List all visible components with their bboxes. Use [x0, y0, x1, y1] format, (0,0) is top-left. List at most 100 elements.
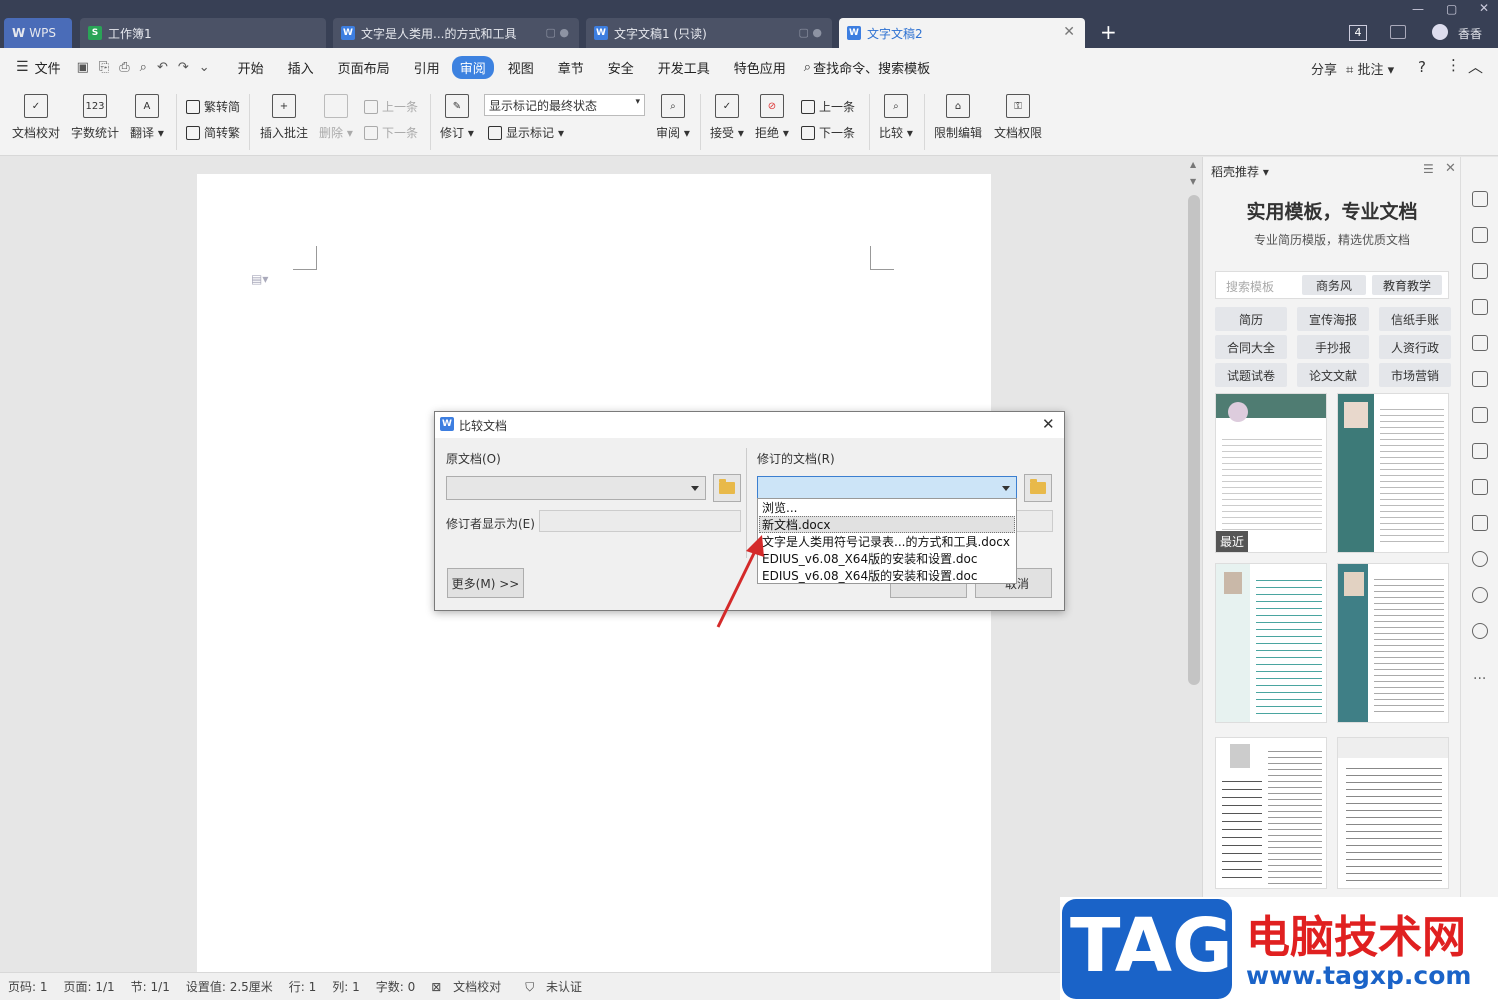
clipboard-icon[interactable] — [1472, 407, 1488, 423]
pen-icon[interactable] — [1472, 191, 1488, 207]
status-column[interactable]: 列: 1 — [324, 978, 368, 995]
tag-contract[interactable]: 合同大全 — [1215, 335, 1287, 359]
next-change-button[interactable]: 下一条 — [801, 124, 855, 141]
track-changes-button[interactable]: ✎ 修订 ▾ — [440, 94, 474, 141]
quick-tag-education[interactable]: 教育教学 — [1372, 275, 1442, 295]
status-word-count[interactable]: 字数: 0 — [368, 978, 424, 995]
tag-resume[interactable]: 简历 — [1215, 307, 1287, 331]
menu-security[interactable]: 安全 — [602, 58, 640, 77]
template-thumbnail[interactable] — [1337, 737, 1449, 889]
menu-review[interactable]: 审阅 — [451, 55, 494, 79]
tag-stationery[interactable]: 信纸手账 — [1379, 307, 1451, 331]
image-icon[interactable] — [1472, 515, 1488, 531]
template-thumbnail[interactable] — [1215, 563, 1327, 723]
prev-comment-button[interactable]: 上一条 — [364, 98, 418, 115]
shapes-icon[interactable] — [1472, 263, 1488, 279]
style-icon[interactable] — [1472, 299, 1488, 315]
dialog-close-icon[interactable]: ✕ — [1042, 415, 1055, 433]
template-search-input[interactable]: 搜索模板 — [1226, 278, 1274, 295]
browse-revised-button[interactable] — [1024, 474, 1052, 502]
shirt-icon[interactable] — [1390, 25, 1406, 39]
maximize-icon[interactable]: ▢ — [1446, 2, 1457, 16]
tab-wps-home[interactable]: W WPS — [4, 18, 72, 48]
insert-comment-button[interactable]: + 插入批注 — [260, 94, 308, 141]
menu-start[interactable]: 开始 — [232, 58, 270, 77]
scroll-down-arrow[interactable]: ▼ — [1190, 177, 1196, 186]
collapse-ribbon-icon[interactable]: ︿ — [1468, 56, 1483, 77]
template-search-box[interactable]: 搜索模板 商务风 教育教学 — [1215, 271, 1449, 299]
menu-layout[interactable]: 页面布局 — [332, 58, 396, 77]
template-thumbnail[interactable] — [1215, 737, 1327, 889]
menu-view[interactable]: 视图 — [502, 58, 540, 77]
hamburger-icon[interactable]: ☰ — [16, 59, 29, 75]
restrict-edit-button[interactable]: ⌂ 限制编辑 — [934, 94, 982, 141]
dropdown-option-edius-2[interactable]: EDIUS_v6.08_X64版的安装和设置.doc — [762, 568, 977, 585]
revised-doc-select[interactable] — [757, 476, 1017, 500]
share-nodes-icon[interactable] — [1472, 443, 1488, 459]
quick-tag-business[interactable]: 商务风 — [1302, 275, 1366, 295]
status-row[interactable]: 行: 1 — [281, 978, 325, 995]
proofread-button[interactable]: ✓ 文档校对 — [12, 94, 60, 141]
menu-references[interactable]: 引用 — [408, 58, 446, 77]
command-search[interactable]: 查找命令、搜索模板 — [811, 58, 936, 77]
dropdown-option-edius-1[interactable]: EDIUS_v6.08_X64版的安装和设置.doc — [762, 551, 977, 568]
review-pane-button[interactable]: ⌕ 审阅 ▾ — [656, 94, 690, 141]
menu-special[interactable]: 特色应用 — [728, 58, 792, 77]
status-page[interactable]: 页面: 1/1 — [56, 978, 123, 995]
original-doc-select[interactable] — [446, 476, 706, 500]
pointer-icon[interactable] — [1472, 227, 1488, 243]
tag-handwritten[interactable]: 手抄报 — [1297, 335, 1369, 359]
menu-file[interactable]: 文件 — [29, 58, 67, 77]
window-close-icon[interactable]: ✕ — [1479, 1, 1489, 15]
next-comment-button[interactable]: 下一条 — [364, 124, 418, 141]
template-thumbnail[interactable] — [1337, 563, 1449, 723]
tab-doc1[interactable]: W 文字文稿1 (只读) ▢ ● — [586, 18, 832, 48]
table-icon[interactable] — [1472, 335, 1488, 351]
new-tab-button[interactable]: + — [1100, 20, 1117, 44]
sync-icon[interactable] — [1472, 587, 1488, 603]
share-button[interactable]: 分享 — [1311, 59, 1337, 78]
tag-paper[interactable]: 论文文献 — [1297, 363, 1369, 387]
template-thumbnail[interactable]: 最近 — [1215, 393, 1327, 553]
comment-button[interactable]: ⌗ 批注 ▾ — [1346, 59, 1394, 78]
delete-button[interactable]: 删除 ▾ — [319, 94, 353, 141]
panel-close-icon[interactable]: ✕ — [1445, 161, 1456, 176]
scroll-thumb[interactable] — [1188, 195, 1200, 685]
more-tools-icon[interactable]: ··· — [1473, 671, 1486, 687]
template-thumbnail[interactable] — [1337, 393, 1449, 553]
more-icon[interactable]: ⋮ — [1446, 56, 1461, 74]
status-page-number[interactable]: 页码: 1 — [0, 978, 56, 995]
status-section[interactable]: 节: 1/1 — [123, 978, 178, 995]
vertical-scrollbar[interactable]: ▲ ▼ — [1186, 157, 1202, 970]
scroll-up-arrow[interactable]: ▲ — [1190, 160, 1196, 169]
box-icon[interactable] — [1472, 479, 1488, 495]
dropdown-option-text-doc[interactable]: 文字是人类用符号记录表...的方式和工具.docx — [762, 534, 1010, 551]
to-traditional-button[interactable]: 繁转简 — [186, 98, 240, 115]
help-circle-icon[interactable] — [1472, 623, 1488, 639]
status-certification[interactable]: ⛉ 未认证 — [517, 978, 598, 995]
minimize-icon[interactable]: — — [1412, 2, 1424, 16]
paragraph-icon[interactable]: ▤▾ — [251, 272, 268, 286]
menu-chapter[interactable]: 章节 — [552, 58, 590, 77]
browse-original-button[interactable] — [713, 474, 741, 502]
settings-sliders-icon[interactable] — [1472, 371, 1488, 387]
tab-count-badge[interactable]: 4 — [1349, 25, 1367, 41]
tab-doc2[interactable]: W 文字文稿2 ✕ — [839, 18, 1085, 48]
word-count-button[interactable]: 123 字数统计 — [71, 94, 119, 141]
tab-doc-text[interactable]: W 文字是人类用...的方式和工具 ▢ ● — [333, 18, 579, 48]
reject-button[interactable]: ⊘ 拒绝 ▾ — [755, 94, 789, 141]
panel-header[interactable]: 稻壳推荐 ▾ — [1211, 163, 1269, 180]
prev-change-button[interactable]: 上一条 — [801, 98, 855, 115]
show-markup-button[interactable]: 显示标记 ▾ — [488, 124, 564, 141]
tag-poster[interactable]: 宣传海报 — [1297, 307, 1369, 331]
doc-permission-button[interactable]: ⚿ 文档权限 — [994, 94, 1042, 141]
menu-developer[interactable]: 开发工具 — [652, 58, 716, 77]
help-button[interactable]: ? — [1418, 58, 1426, 76]
close-icon[interactable]: ✕ — [1063, 24, 1075, 40]
avatar[interactable] — [1432, 24, 1448, 40]
status-proofread[interactable]: ⊠ 文档校对 — [423, 978, 517, 995]
search-icon[interactable]: ⌕ — [804, 60, 811, 75]
quick-access-icons[interactable]: ▣⎘⎙⌕↶↷⌄ — [77, 60, 220, 75]
more-options-button[interactable]: 更多(M) >> — [447, 568, 524, 598]
shield-icon[interactable] — [1472, 551, 1488, 567]
